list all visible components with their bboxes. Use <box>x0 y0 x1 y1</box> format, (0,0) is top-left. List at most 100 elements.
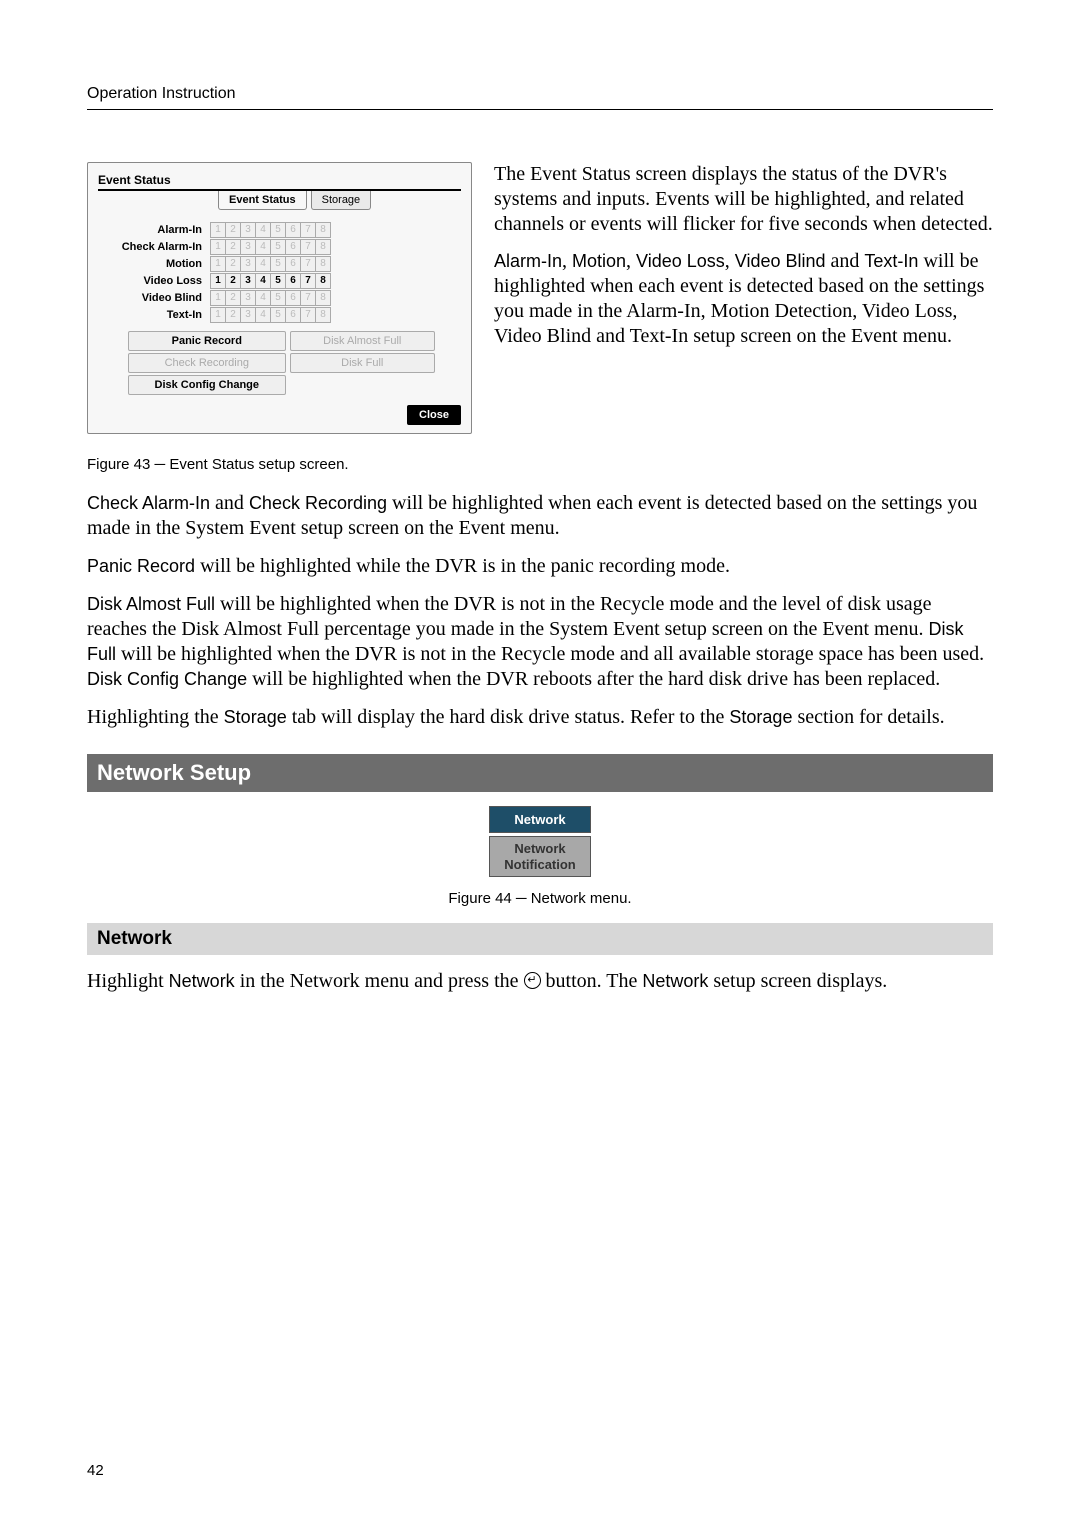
row-label: Video Loss <box>98 275 210 287</box>
menu-item-network[interactable]: Network <box>489 806 591 833</box>
term-network: Network <box>642 971 708 991</box>
channel-cells: 1 2 3 4 5 6 7 8 <box>210 273 330 289</box>
pill-disk-almost-full: Disk Almost Full <box>290 331 435 351</box>
status-pill-grid: Panic Record Disk Almost Full Check Reco… <box>128 331 431 395</box>
cell: 6 <box>285 222 301 238</box>
text: setup screen displays. <box>708 970 887 992</box>
term-check-alarm-in: Check Alarm-In <box>87 493 210 513</box>
term-storage: Storage <box>729 707 792 727</box>
cell: 4 <box>255 273 271 289</box>
term-disk-almost-full: Disk Almost Full <box>87 594 215 614</box>
cell: 2 <box>225 239 241 255</box>
cell: 5 <box>270 239 286 255</box>
pill-check-recording: Check Recording <box>128 353 286 373</box>
cell: 5 <box>270 273 286 289</box>
tab-storage[interactable]: Storage <box>311 191 372 210</box>
paragraph: Panic Record will be highlighted while t… <box>87 554 993 579</box>
event-status-title: Event Status <box>98 173 461 187</box>
row-label: Alarm-In <box>98 224 210 236</box>
cell: 5 <box>270 256 286 272</box>
text: , <box>725 250 735 272</box>
row-label: Motion <box>98 258 210 270</box>
text: Highlighting the <box>87 706 224 728</box>
cell: 6 <box>285 239 301 255</box>
paragraph: The Event Status screen displays the sta… <box>494 162 993 237</box>
row-text-in: Text-In 1 2 3 4 5 6 7 8 <box>98 307 461 323</box>
menu-item-notification[interactable]: Network Notification <box>489 836 591 877</box>
right-column: The Event Status screen displays the sta… <box>494 162 993 448</box>
cell: 7 <box>300 307 316 323</box>
row-label: Check Alarm-In <box>98 241 210 253</box>
menu-item-label-l2: Notification <box>504 857 576 872</box>
menu-box: Network Network Notification <box>489 806 591 880</box>
event-status-panel: Event Status Event Status Storage Alarm-… <box>87 162 472 434</box>
cell: 4 <box>255 256 271 272</box>
cell: 2 <box>225 222 241 238</box>
left-column: Event Status Event Status Storage Alarm-… <box>87 162 472 448</box>
channel-cells: 1 2 3 4 5 6 7 8 <box>210 307 330 323</box>
cell: 6 <box>285 290 301 306</box>
cell: 4 <box>255 307 271 323</box>
cell: 6 <box>285 256 301 272</box>
term-motion: Motion <box>572 251 626 271</box>
tab-event-status[interactable]: Event Status <box>218 191 307 210</box>
row-label: Text-In <box>98 309 210 321</box>
paragraph: Highlight Network in the Network menu an… <box>87 969 993 994</box>
cell: 3 <box>240 307 256 323</box>
text: and <box>826 250 865 272</box>
term-storage: Storage <box>224 707 287 727</box>
network-menu-figure: Network Network Notification <box>87 806 993 880</box>
channel-cells: 1 2 3 4 5 6 7 8 <box>210 222 330 238</box>
term-alarm-in: Alarm-In <box>494 251 562 271</box>
text: in the Network menu and press the <box>235 970 524 992</box>
paragraph: Alarm-In, Motion, Video Loss, Video Blin… <box>494 249 993 349</box>
cell: 8 <box>315 307 331 323</box>
cell: 7 <box>300 239 316 255</box>
text: will be highlighted when the DVR is not … <box>116 643 984 665</box>
cell: 1 <box>210 307 226 323</box>
cell: 4 <box>255 222 271 238</box>
section-heading-network-setup: Network Setup <box>87 754 993 792</box>
text: tab will display the hard disk drive sta… <box>287 706 730 728</box>
pill-panic-record: Panic Record <box>128 331 286 351</box>
two-column-layout: Event Status Event Status Storage Alarm-… <box>87 162 993 448</box>
channel-cells: 1 2 3 4 5 6 7 8 <box>210 290 330 306</box>
cell: 1 <box>210 290 226 306</box>
cell: 4 <box>255 239 271 255</box>
cell: 1 <box>210 256 226 272</box>
term-text-in: Text-In <box>864 251 918 271</box>
cell: 2 <box>225 290 241 306</box>
text: button. The <box>541 970 643 992</box>
term-network: Network <box>169 971 235 991</box>
figure-caption-44: Figure 44 ─ Network menu. <box>87 890 993 907</box>
channel-cells: 1 2 3 4 5 6 7 8 <box>210 239 330 255</box>
cell: 1 <box>210 222 226 238</box>
pill-disk-full: Disk Full <box>290 353 435 373</box>
paragraph: Highlighting the Storage tab will displa… <box>87 705 993 730</box>
cell: 5 <box>270 222 286 238</box>
close-button[interactable]: Close <box>407 405 461 425</box>
text: Highlight <box>87 970 169 992</box>
cell: 2 <box>225 256 241 272</box>
paragraph: Check Alarm-In and Check Recording will … <box>87 491 993 541</box>
text: and <box>210 492 249 514</box>
channel-cells: 1 2 3 4 5 6 7 8 <box>210 256 330 272</box>
page-number: 42 <box>87 1462 104 1479</box>
cell: 1 <box>210 273 226 289</box>
cell: 7 <box>300 222 316 238</box>
text: will be highlighted when the DVR reboots… <box>247 668 940 690</box>
term-disk-config-change: Disk Config Change <box>87 669 247 689</box>
cell: 8 <box>315 239 331 255</box>
text: , <box>562 250 572 272</box>
page-header: Operation Instruction <box>87 85 993 110</box>
figure-caption-43: Figure 43 ─ Event Status setup screen. <box>87 456 993 473</box>
cell: 3 <box>240 290 256 306</box>
cell: 8 <box>315 256 331 272</box>
enter-button-icon: ↵ <box>524 972 541 989</box>
pill-disk-config-change: Disk Config Change <box>128 375 286 395</box>
close-row: Close <box>98 405 461 425</box>
row-alarm-in: Alarm-In 1 2 3 4 5 6 7 8 <box>98 222 461 238</box>
cell: 6 <box>285 307 301 323</box>
cell: 6 <box>285 273 301 289</box>
row-video-blind: Video Blind 1 2 3 4 5 6 7 8 <box>98 290 461 306</box>
